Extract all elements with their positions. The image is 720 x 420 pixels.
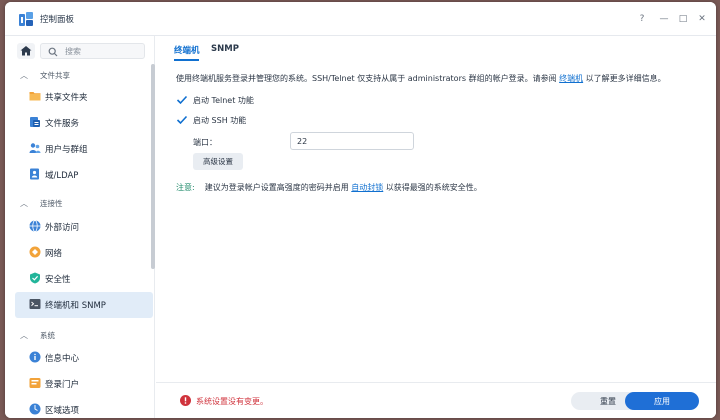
- sidebar: ︿ 文件共享 共享文件夹 文件服务: [5, 36, 155, 418]
- control-panel-app-icon: [19, 12, 33, 26]
- sidebar-item-regional-options[interactable]: 区域选项: [15, 397, 153, 418]
- sidebar-item-shared-folder[interactable]: 共享文件夹: [15, 84, 153, 110]
- sidebar-item-label: 信息中心: [45, 354, 80, 364]
- group-label: 连接性: [40, 199, 63, 208]
- telnet-label: 启动 Telnet 功能: [193, 96, 254, 105]
- window-title: 控制面板: [40, 15, 75, 25]
- title-bar: 控制面板 ? — □ ✕: [5, 2, 716, 36]
- checkmark-icon: [176, 115, 188, 125]
- auto-block-link[interactable]: 自动封锁: [351, 183, 383, 192]
- minimize-icon[interactable]: —: [657, 12, 671, 26]
- sidebar-item-security[interactable]: 安全性: [15, 266, 153, 292]
- telnet-checkbox[interactable]: 启动 Telnet 功能: [176, 93, 296, 107]
- sidebar-item-login-portal[interactable]: 登录门户: [15, 371, 153, 397]
- tab-bar: 终端机 SNMP: [156, 36, 716, 61]
- search-icon: [48, 47, 58, 57]
- shield-icon: [30, 272, 40, 284]
- tab-terminal[interactable]: 终端机: [174, 44, 200, 56]
- network-icon: [29, 246, 41, 258]
- sidebar-item-domain-ldap[interactable]: 域/LDAP: [15, 162, 153, 188]
- description-text: 使用终端机服务登录并管理您的系统。SSH/Telnet 仅支持从属于 admin…: [176, 74, 560, 83]
- search-box[interactable]: [40, 43, 145, 59]
- sidebar-item-terminal-snmp[interactable]: 终端机和 SNMP: [15, 292, 153, 318]
- sidebar-item-label: 外部访问: [45, 223, 80, 233]
- maximize-icon[interactable]: □: [676, 12, 690, 26]
- regional-options-icon: [29, 403, 41, 415]
- port-label: 端口：: [193, 138, 217, 147]
- sidebar-item-label: 登录门户: [45, 380, 80, 390]
- users-groups-icon: [29, 143, 41, 153]
- domain-ldap-icon: [30, 168, 39, 180]
- note-label: 注意:: [176, 183, 195, 192]
- sidebar-item-label: 终端机和 SNMP: [45, 301, 106, 311]
- home-icon: [20, 46, 32, 56]
- chevron-up-icon: ︿: [20, 71, 28, 80]
- apply-button[interactable]: 应用: [625, 392, 699, 410]
- status-message: 系统设置没有变更。: [196, 397, 268, 406]
- group-label: 系统: [40, 331, 55, 340]
- login-portal-icon: [29, 378, 41, 388]
- group-label: 文件共享: [40, 71, 70, 80]
- port-input[interactable]: [290, 132, 414, 150]
- sidebar-item-label: 共享文件夹: [45, 93, 88, 103]
- sidebar-item-info-center[interactable]: 信息中心: [15, 345, 153, 371]
- ssh-label: 启动 SSH 功能: [193, 116, 247, 125]
- chevron-up-icon: ︿: [20, 199, 28, 208]
- close-icon[interactable]: ✕: [695, 12, 709, 26]
- chevron-up-icon: ︿: [20, 331, 28, 340]
- sidebar-item-label: 用户与群组: [45, 145, 88, 155]
- active-tab-indicator: [174, 59, 199, 61]
- error-icon: [180, 395, 191, 406]
- note-text: 建议为登录帐户设置高强度的密码并启用: [204, 183, 352, 192]
- advanced-settings-button[interactable]: 高级设置: [193, 153, 243, 170]
- main-panel: 终端机 SNMP 使用终端机服务登录并管理您的系统。SSH/Telnet 仅支持…: [156, 36, 716, 418]
- sidebar-item-network[interactable]: 网络: [15, 240, 153, 266]
- group-header-system[interactable]: ︿ 系统: [15, 329, 145, 343]
- security-note: 注意: 建议为登录帐户设置高强度的密码并启用 自动封锁 以获得最强的系统安全性。: [176, 182, 482, 193]
- home-button[interactable]: [17, 43, 35, 59]
- sidebar-item-label: 文件服务: [45, 119, 80, 129]
- group-header-connectivity[interactable]: ︿ 连接性: [15, 197, 145, 211]
- footer-bar: 系统设置没有变更。 重置 应用: [156, 382, 716, 418]
- control-panel-window: 控制面板 ? — □ ✕ ︿ 文件共享: [5, 2, 716, 418]
- shared-folder-icon: [29, 92, 41, 101]
- tab-snmp[interactable]: SNMP: [211, 44, 239, 54]
- terminal-description: 使用终端机服务登录并管理您的系统。SSH/Telnet 仅支持从属于 admin…: [176, 73, 666, 84]
- ssh-checkbox[interactable]: 启动 SSH 功能: [176, 113, 296, 127]
- description-text-suffix: 以了解更多详细信息。: [583, 74, 666, 83]
- external-access-icon: [29, 220, 41, 232]
- group-header-file-sharing[interactable]: ︿ 文件共享: [15, 69, 145, 83]
- info-icon: [29, 351, 41, 363]
- sidebar-item-users-groups[interactable]: 用户与群组: [15, 136, 153, 162]
- sidebar-item-label: 安全性: [45, 275, 71, 285]
- sidebar-item-label: 网络: [45, 249, 63, 259]
- sidebar-item-label: 域/LDAP: [45, 171, 79, 181]
- sidebar-item-label: 区域选项: [45, 406, 80, 416]
- terminal-help-link[interactable]: 终端机: [559, 74, 583, 83]
- terminal-icon: [29, 299, 41, 309]
- sidebar-item-external-access[interactable]: 外部访问: [15, 214, 153, 240]
- file-services-icon: [30, 117, 40, 127]
- help-icon[interactable]: ?: [635, 12, 649, 26]
- note-text-suffix: 以获得最强的系统安全性。: [383, 183, 482, 192]
- checkmark-icon: [176, 95, 188, 105]
- sidebar-item-file-services[interactable]: 文件服务: [15, 110, 153, 136]
- search-input[interactable]: [65, 45, 140, 57]
